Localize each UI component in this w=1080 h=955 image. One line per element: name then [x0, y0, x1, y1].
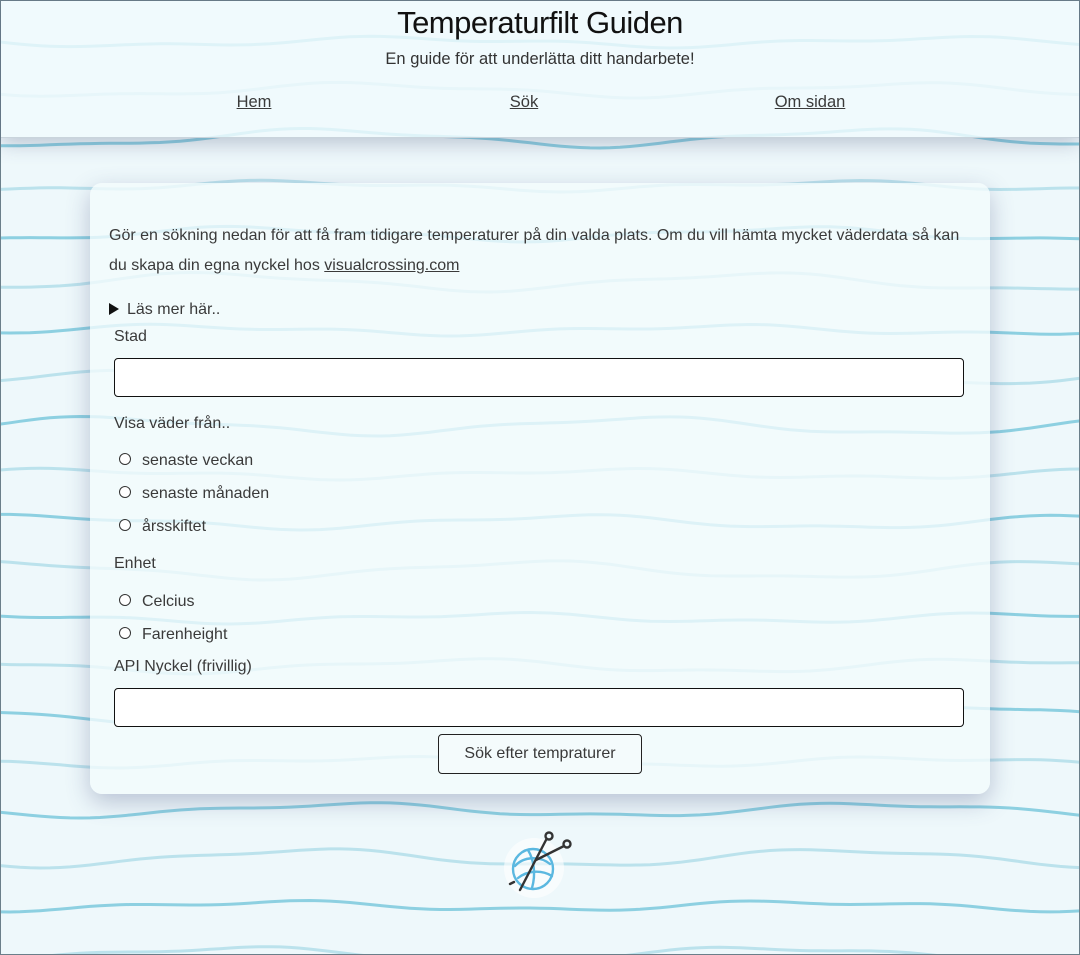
unit-label: Enhet	[114, 555, 156, 572]
visualcrossing-link[interactable]: visualcrossing.com	[324, 257, 459, 274]
site-subtitle: En guide för att underlätta ditt handarb…	[385, 50, 695, 68]
search-temperatures-button[interactable]: Sök efter tempraturer	[438, 734, 642, 774]
radio-senaste-manaden[interactable]: senaste månaden	[119, 485, 269, 503]
disclosure-triangle-icon	[109, 303, 119, 315]
nav-link-hem[interactable]: Hem	[237, 93, 272, 112]
city-input[interactable]	[114, 358, 964, 397]
radio-senaste-veckan[interactable]: senaste veckan	[119, 452, 253, 470]
radio-circle[interactable]	[119, 453, 131, 465]
city-label: Stad	[114, 328, 147, 345]
read-more-toggle[interactable]: Läs mer här..	[109, 301, 220, 319]
api-key-input[interactable]	[114, 688, 964, 727]
api-key-label: API Nyckel (frivillig)	[114, 658, 252, 675]
radio-label: senaste månaden	[142, 485, 270, 502]
radio-circle[interactable]	[119, 594, 131, 606]
read-more-label: Läs mer här..	[127, 301, 221, 318]
nav-link-sok[interactable]: Sök	[510, 93, 538, 112]
search-form-card: Gör en sökning nedan för att få fram tid…	[90, 183, 990, 794]
radio-label: årsskiftet	[142, 518, 207, 535]
yarn-ball-needles-icon	[504, 831, 572, 898]
radio-label: Farenheight	[142, 626, 228, 643]
radio-farenheight[interactable]: Farenheight	[119, 626, 227, 644]
intro-text: Gör en sökning nedan för att få fram tid…	[109, 227, 960, 274]
site-title: Temperaturfilt Guiden	[397, 5, 683, 40]
period-label: Visa väder från..	[114, 415, 231, 432]
nav-link-om-sidan[interactable]: Om sidan	[775, 93, 846, 112]
radio-arsskiftet[interactable]: årsskiftet	[119, 518, 206, 536]
radio-circle[interactable]	[119, 627, 131, 639]
radio-celcius[interactable]: Celcius	[119, 593, 194, 611]
site-header: Temperaturfilt Guiden En guide för att u…	[1, 1, 1079, 138]
radio-label: senaste veckan	[142, 452, 254, 469]
radio-circle[interactable]	[119, 519, 131, 531]
radio-circle[interactable]	[119, 486, 131, 498]
intro-paragraph: Gör en sökning nedan för att få fram tid…	[109, 221, 979, 281]
radio-label: Celcius	[142, 593, 195, 610]
